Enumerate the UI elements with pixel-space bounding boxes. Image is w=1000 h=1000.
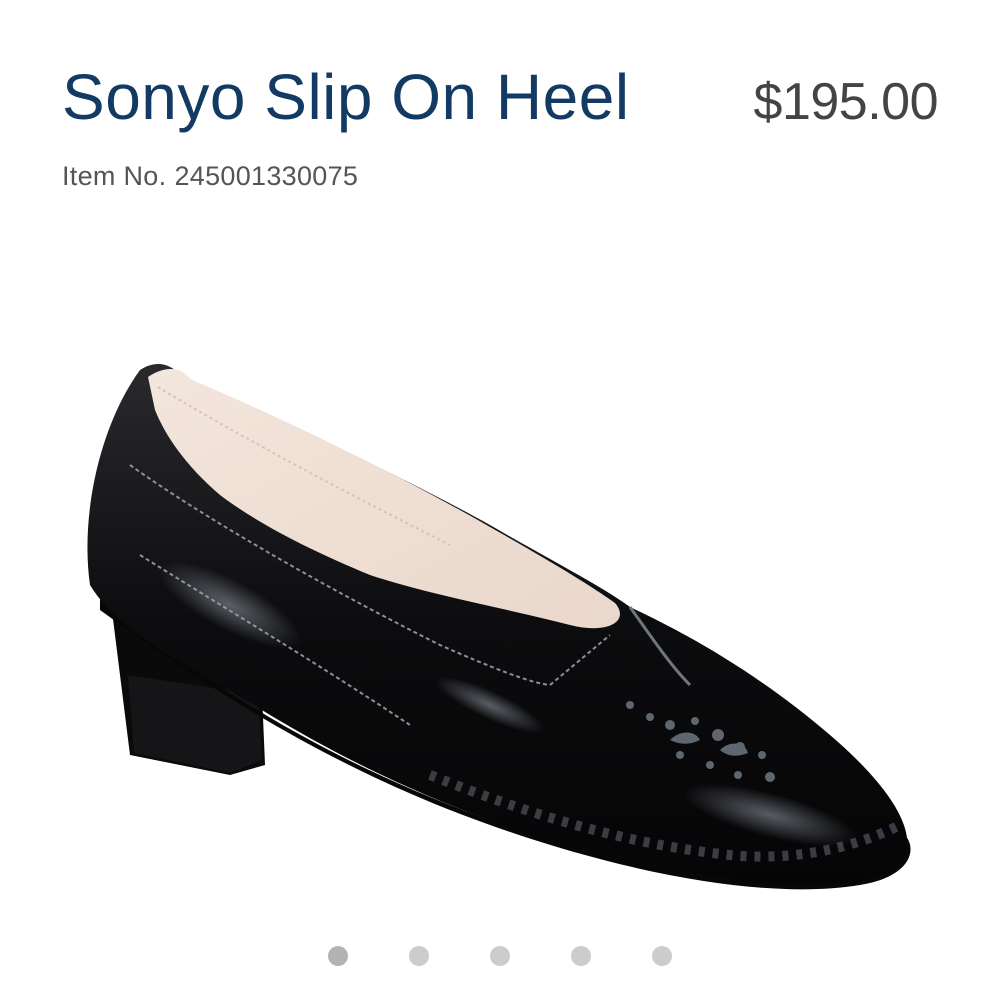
title-row: Sonyo Slip On Heel $195.00 [62, 52, 939, 147]
carousel-dot[interactable] [490, 946, 510, 966]
carousel-dot[interactable] [571, 946, 591, 966]
product-header: Sonyo Slip On Heel $195.00 Item No. 24500… [62, 52, 939, 192]
item-number-value: 245001330075 [174, 161, 359, 191]
carousel-dot[interactable] [652, 946, 672, 966]
item-number: Item No. 245001330075 [62, 161, 938, 192]
product-price: $195.00 [753, 73, 939, 131]
item-number-label: Item No. [62, 161, 167, 191]
carousel-dot[interactable] [409, 946, 429, 966]
carousel-dot[interactable] [328, 946, 348, 966]
product-image[interactable] [70, 345, 930, 925]
product-title: Sonyo Slip On Heel [62, 61, 630, 133]
carousel-dots [0, 946, 1000, 970]
shoe-illustration [87, 363, 911, 890]
